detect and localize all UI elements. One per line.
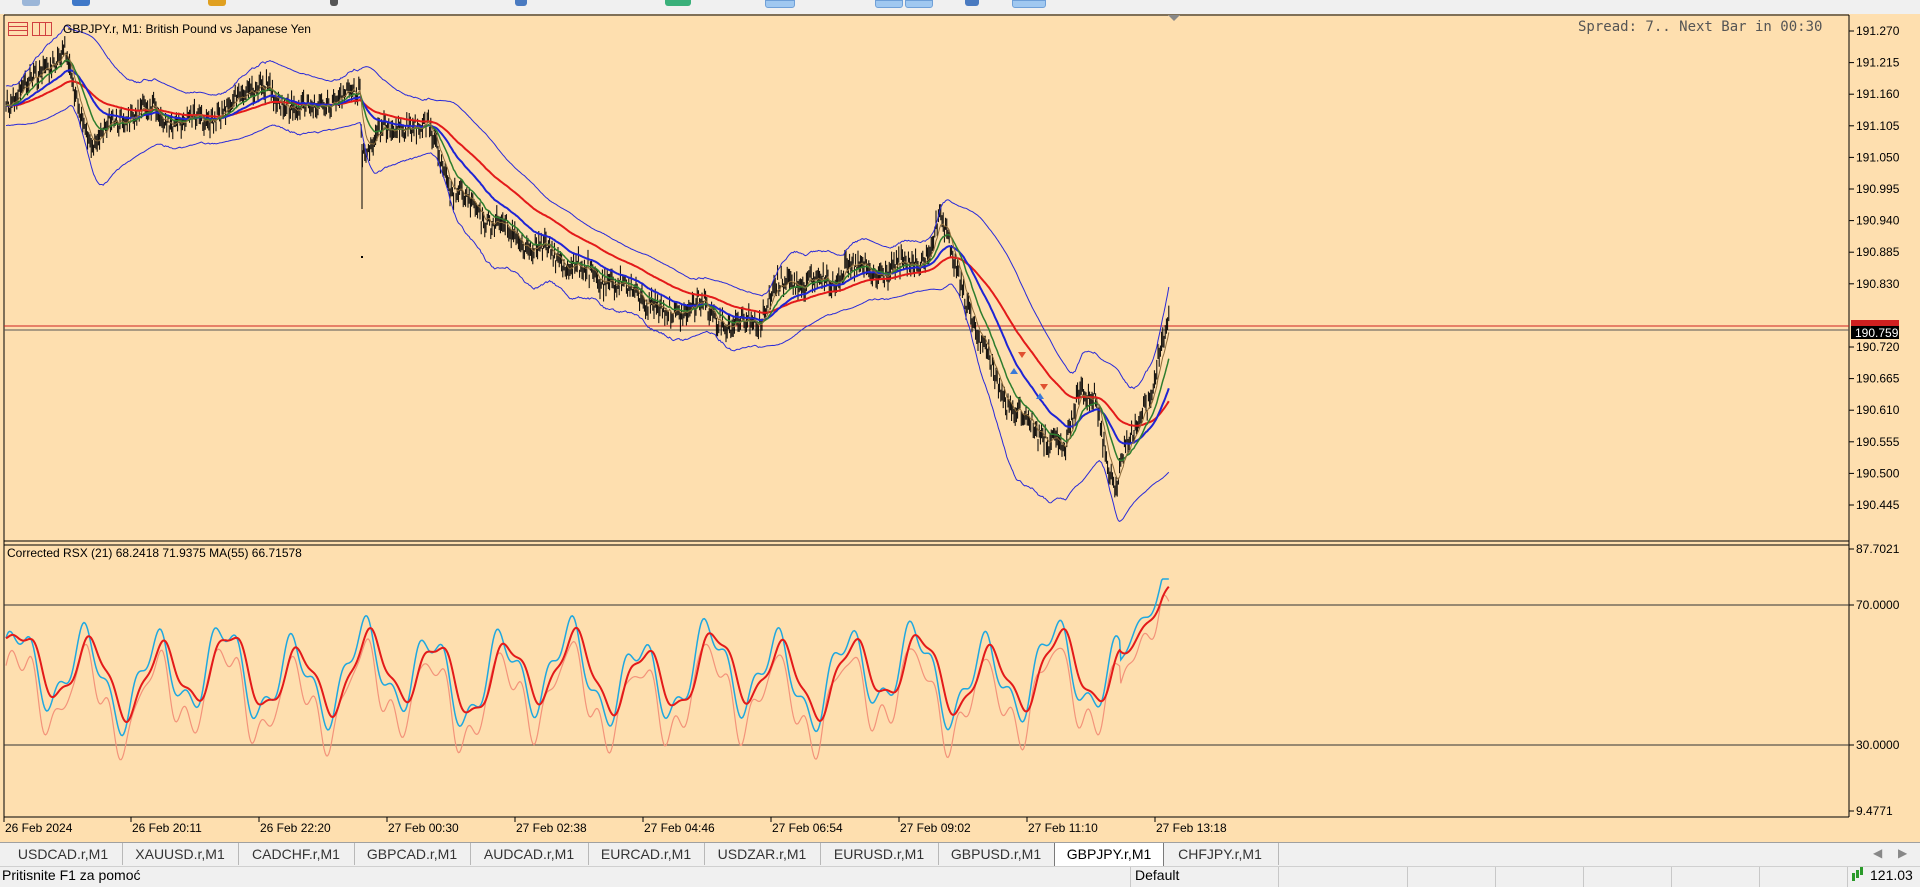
toolbar-button-1[interactable] bbox=[22, 0, 40, 6]
time-tick-label: 27 Feb 11:10 bbox=[1028, 821, 1098, 835]
toolbar-button-5[interactable] bbox=[515, 0, 527, 6]
toolbar-button-9[interactable] bbox=[905, 0, 933, 8]
chart-shift-marker bbox=[1168, 15, 1180, 21]
price-tick-label: 191.215 bbox=[1856, 56, 1900, 70]
time-tick-label: 26 Feb 2024 bbox=[5, 821, 73, 835]
indicator-tick-label: 70.0000 bbox=[1856, 598, 1900, 612]
chart-tab[interactable]: EURCAD.r,M1 bbox=[588, 843, 705, 865]
chart-tab[interactable]: CADCHF.r,M1 bbox=[238, 843, 355, 865]
price-tick-label: 190.500 bbox=[1856, 466, 1900, 480]
price-tick-label: 191.270 bbox=[1856, 24, 1900, 38]
time-tick-label: 27 Feb 09:02 bbox=[900, 821, 971, 835]
toolbar-button-11[interactable] bbox=[1012, 0, 1046, 8]
time-tick-label: 27 Feb 04:46 bbox=[644, 821, 715, 835]
connection-icon bbox=[1852, 873, 1855, 881]
status-cell bbox=[1759, 867, 1844, 887]
price-tick-label: 190.445 bbox=[1856, 498, 1900, 512]
time-tick-label: 26 Feb 20:11 bbox=[132, 821, 202, 835]
rsx-lower-line bbox=[5, 594, 1170, 761]
status-profile-cell: Default bbox=[1130, 867, 1275, 887]
toolbar-button-4[interactable] bbox=[330, 0, 338, 6]
chart-window[interactable]: 191.270 191.215 191.160 191.105 191.050 190.9… bbox=[0, 14, 1920, 842]
time-tick-label: 26 Feb 22:20 bbox=[260, 821, 331, 835]
moving-average-red bbox=[5, 80, 1170, 427]
toolbar-button-8[interactable] bbox=[875, 0, 903, 8]
time-tick-label: 27 Feb 00:30 bbox=[388, 821, 459, 835]
tab-scroll-left-icon[interactable]: ◀ bbox=[1873, 846, 1882, 860]
chart-tab[interactable]: GBPCAD.r,M1 bbox=[354, 843, 471, 865]
chart-header: GBPJPY.r, M1: British Pound vs Japanese … bbox=[63, 22, 311, 36]
time-tick-label: 27 Feb 13:18 bbox=[1156, 821, 1227, 835]
status-cell bbox=[1583, 867, 1668, 887]
chart-tab[interactable]: AUDCAD.r,M1 bbox=[470, 843, 589, 865]
indicator-tick-label: 87.7021 bbox=[1856, 542, 1900, 556]
toolbar-button-3[interactable] bbox=[208, 0, 226, 6]
chart-tab[interactable]: EURUSD.r,M1 bbox=[820, 843, 939, 865]
status-bar: Pritisnite F1 za pomoć Default 121.03 bbox=[0, 866, 1920, 887]
price-tick-label: 191.050 bbox=[1856, 150, 1900, 164]
time-tick-label: 27 Feb 06:54 bbox=[772, 821, 843, 835]
chart-tab[interactable]: USDCAD.r,M1 bbox=[4, 843, 123, 865]
chart-menu-icon[interactable] bbox=[8, 22, 28, 36]
status-profile: Default bbox=[1135, 867, 1180, 883]
status-traffic: 121.03 bbox=[1870, 867, 1913, 883]
current-price-label: 190.759 bbox=[1855, 326, 1899, 340]
moving-average-green bbox=[5, 59, 1170, 462]
toolbar-button-10[interactable] bbox=[965, 0, 979, 6]
chart-tab[interactable]: CHFJPY.r,M1 bbox=[1162, 843, 1279, 865]
price-dot bbox=[361, 256, 363, 258]
rsx-moving-average bbox=[5, 586, 1170, 724]
price-tick-label: 191.160 bbox=[1856, 87, 1900, 101]
toolbar-button-7[interactable] bbox=[765, 0, 795, 8]
price-tick-label: 190.830 bbox=[1856, 277, 1900, 291]
toolbar-button-2[interactable] bbox=[72, 0, 90, 6]
tab-scroll-right-icon[interactable]: ▶ bbox=[1898, 846, 1907, 860]
price-tick-label: 191.105 bbox=[1856, 119, 1900, 133]
indicator-label: Corrected RSX (21) 68.2418 71.9375 MA(55… bbox=[7, 546, 302, 560]
chart-tab[interactable]: GBPUSD.r,M1 bbox=[938, 843, 1055, 865]
chart-tab[interactable]: XAUUSD.r,M1 bbox=[122, 843, 239, 865]
chart-tab[interactable]: GBPJPY.r,M1 bbox=[1054, 843, 1164, 867]
price-tick-label: 190.665 bbox=[1856, 372, 1900, 386]
chart-tab[interactable]: USDZAR.r,M1 bbox=[704, 843, 821, 865]
status-cell bbox=[1495, 867, 1580, 887]
price-tick-label: 190.885 bbox=[1856, 245, 1900, 259]
price-tick-label: 190.940 bbox=[1856, 214, 1900, 228]
status-help-text: Pritisnite F1 za pomoć bbox=[2, 867, 141, 883]
price-tick-label: 190.995 bbox=[1856, 182, 1900, 196]
price-tick-label: 190.610 bbox=[1856, 403, 1900, 417]
chart-menu-icon-2[interactable] bbox=[32, 22, 52, 36]
status-cell bbox=[1278, 867, 1404, 887]
price-tick-label: 190.555 bbox=[1856, 435, 1900, 449]
status-cell bbox=[1671, 867, 1756, 887]
indicator-tick-label: 9.4771 bbox=[1856, 804, 1893, 818]
chart-tab-bar: ◀ ▶ USDCAD.r,M1 XAUUSD.r,M1 CADCHF.r,M1 GBP… bbox=[0, 842, 1920, 867]
sell-signal-arrow-icon bbox=[1018, 352, 1026, 358]
bollinger-upper-band bbox=[5, 25, 1170, 390]
toolbar bbox=[0, 0, 1920, 15]
buy-signal-arrow-icon bbox=[1010, 368, 1018, 374]
status-traffic-cell: 121.03 bbox=[1847, 867, 1920, 887]
toolbar-button-6[interactable] bbox=[665, 0, 691, 6]
status-cell bbox=[1407, 867, 1492, 887]
price-chart[interactable]: 191.270 191.215 191.160 191.105 191.050 190.9… bbox=[0, 14, 1920, 842]
spread-info: Spread: 7.. Next Bar in 00:30 bbox=[1578, 19, 1823, 35]
time-tick-label: 27 Feb 02:38 bbox=[516, 821, 587, 835]
sell-signal-arrow-icon bbox=[1040, 384, 1048, 390]
price-tick-label: 190.720 bbox=[1856, 340, 1900, 354]
indicator-tick-label: 30.0000 bbox=[1856, 738, 1900, 752]
